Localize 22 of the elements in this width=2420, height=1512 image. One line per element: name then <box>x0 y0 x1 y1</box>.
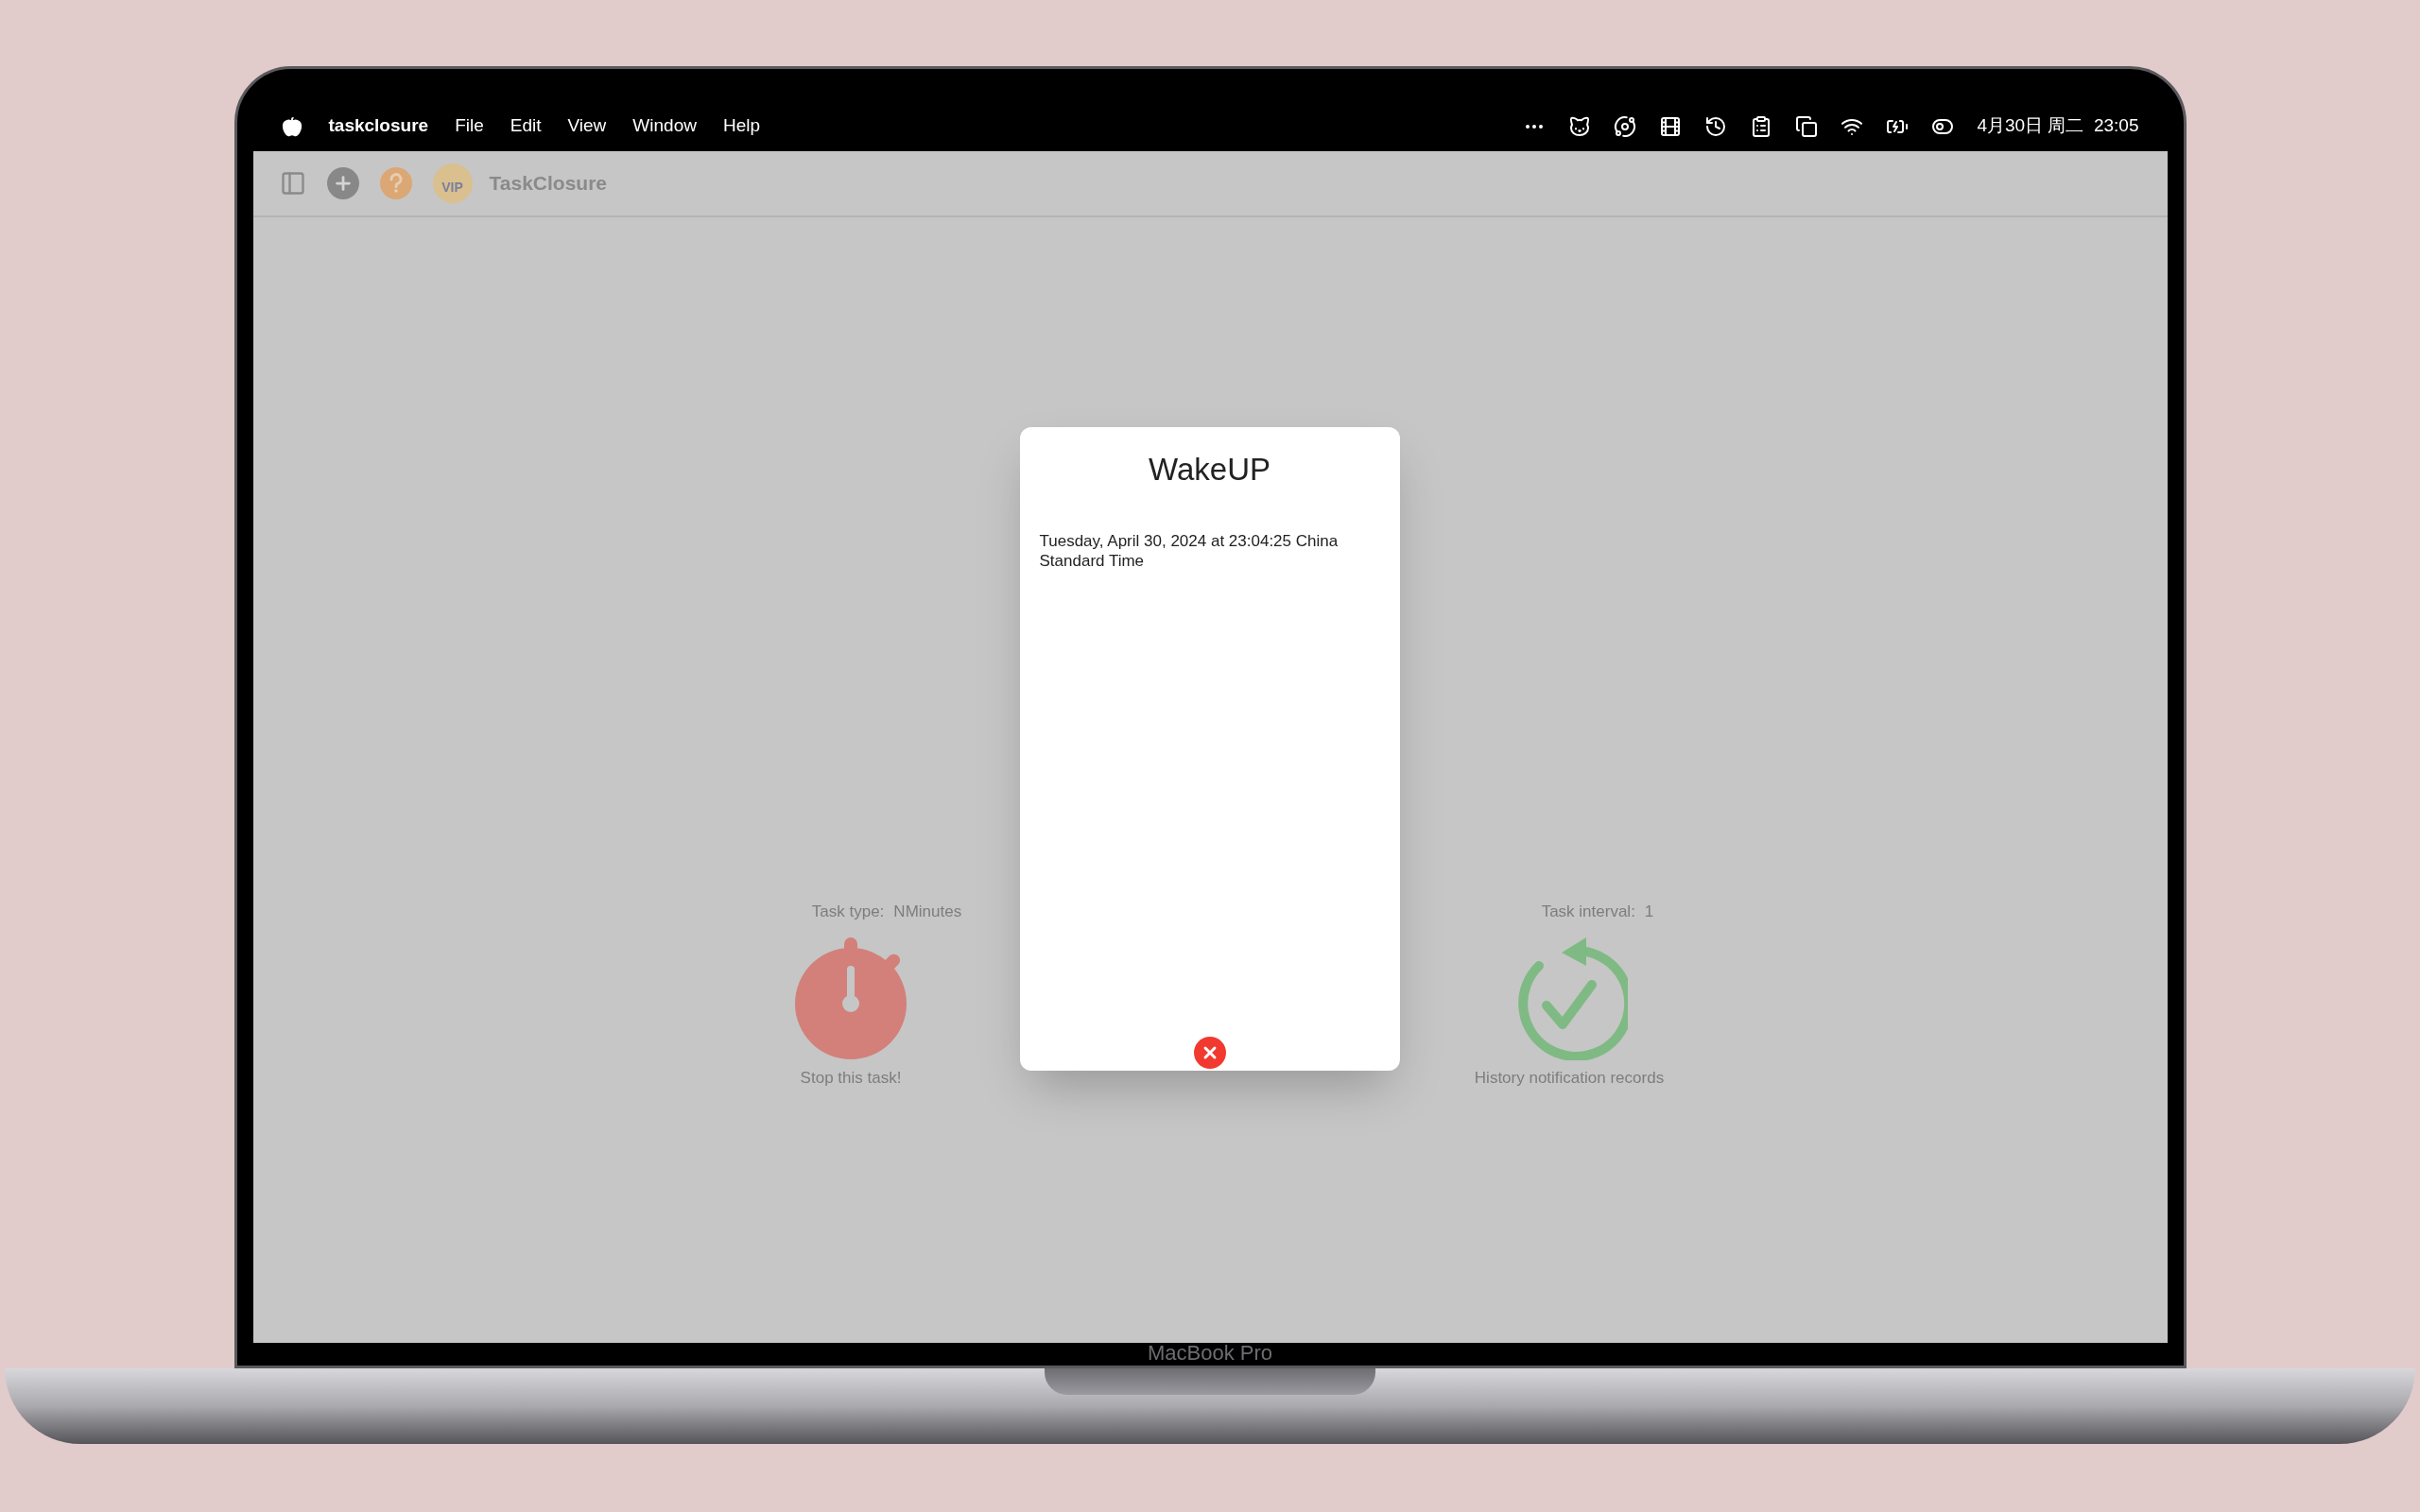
menu-item[interactable]: File <box>455 112 484 140</box>
task-interval-value: 1 <box>1644 902 1654 922</box>
clock[interactable]: 4月30日 周二 23:05 <box>1977 112 2139 140</box>
menu-item[interactable]: Help <box>722 112 760 140</box>
history-icon[interactable] <box>1704 114 1728 138</box>
apple-logo-icon[interactable] <box>281 115 302 137</box>
task-type-value: NMinutes <box>893 902 962 922</box>
device-label: MacBook Pro <box>1147 1343 1273 1364</box>
close-button[interactable] <box>1193 1037 1226 1069</box>
menu-item[interactable]: View <box>567 112 607 140</box>
dialog-message: Tuesday, April 30, 2024 at 23:04:25 China Standard Time <box>1039 530 1340 571</box>
network-icon[interactable] <box>1614 114 1637 138</box>
menu-item[interactable]: Edit <box>510 112 542 140</box>
task-interval-label: Task interval: <box>1541 902 1635 922</box>
stop-task-label: Stop this task! <box>800 1067 902 1089</box>
dialog-title: WakeUP <box>1148 451 1271 489</box>
task-type-label: Task type: <box>811 902 885 922</box>
app-title: TaskClosure <box>489 171 607 197</box>
cat-icon[interactable] <box>1568 114 1592 138</box>
windows-icon[interactable] <box>1795 114 1819 138</box>
menu-item[interactable]: Window <box>632 112 697 140</box>
app-menu[interactable]: taskclosure <box>328 112 429 140</box>
